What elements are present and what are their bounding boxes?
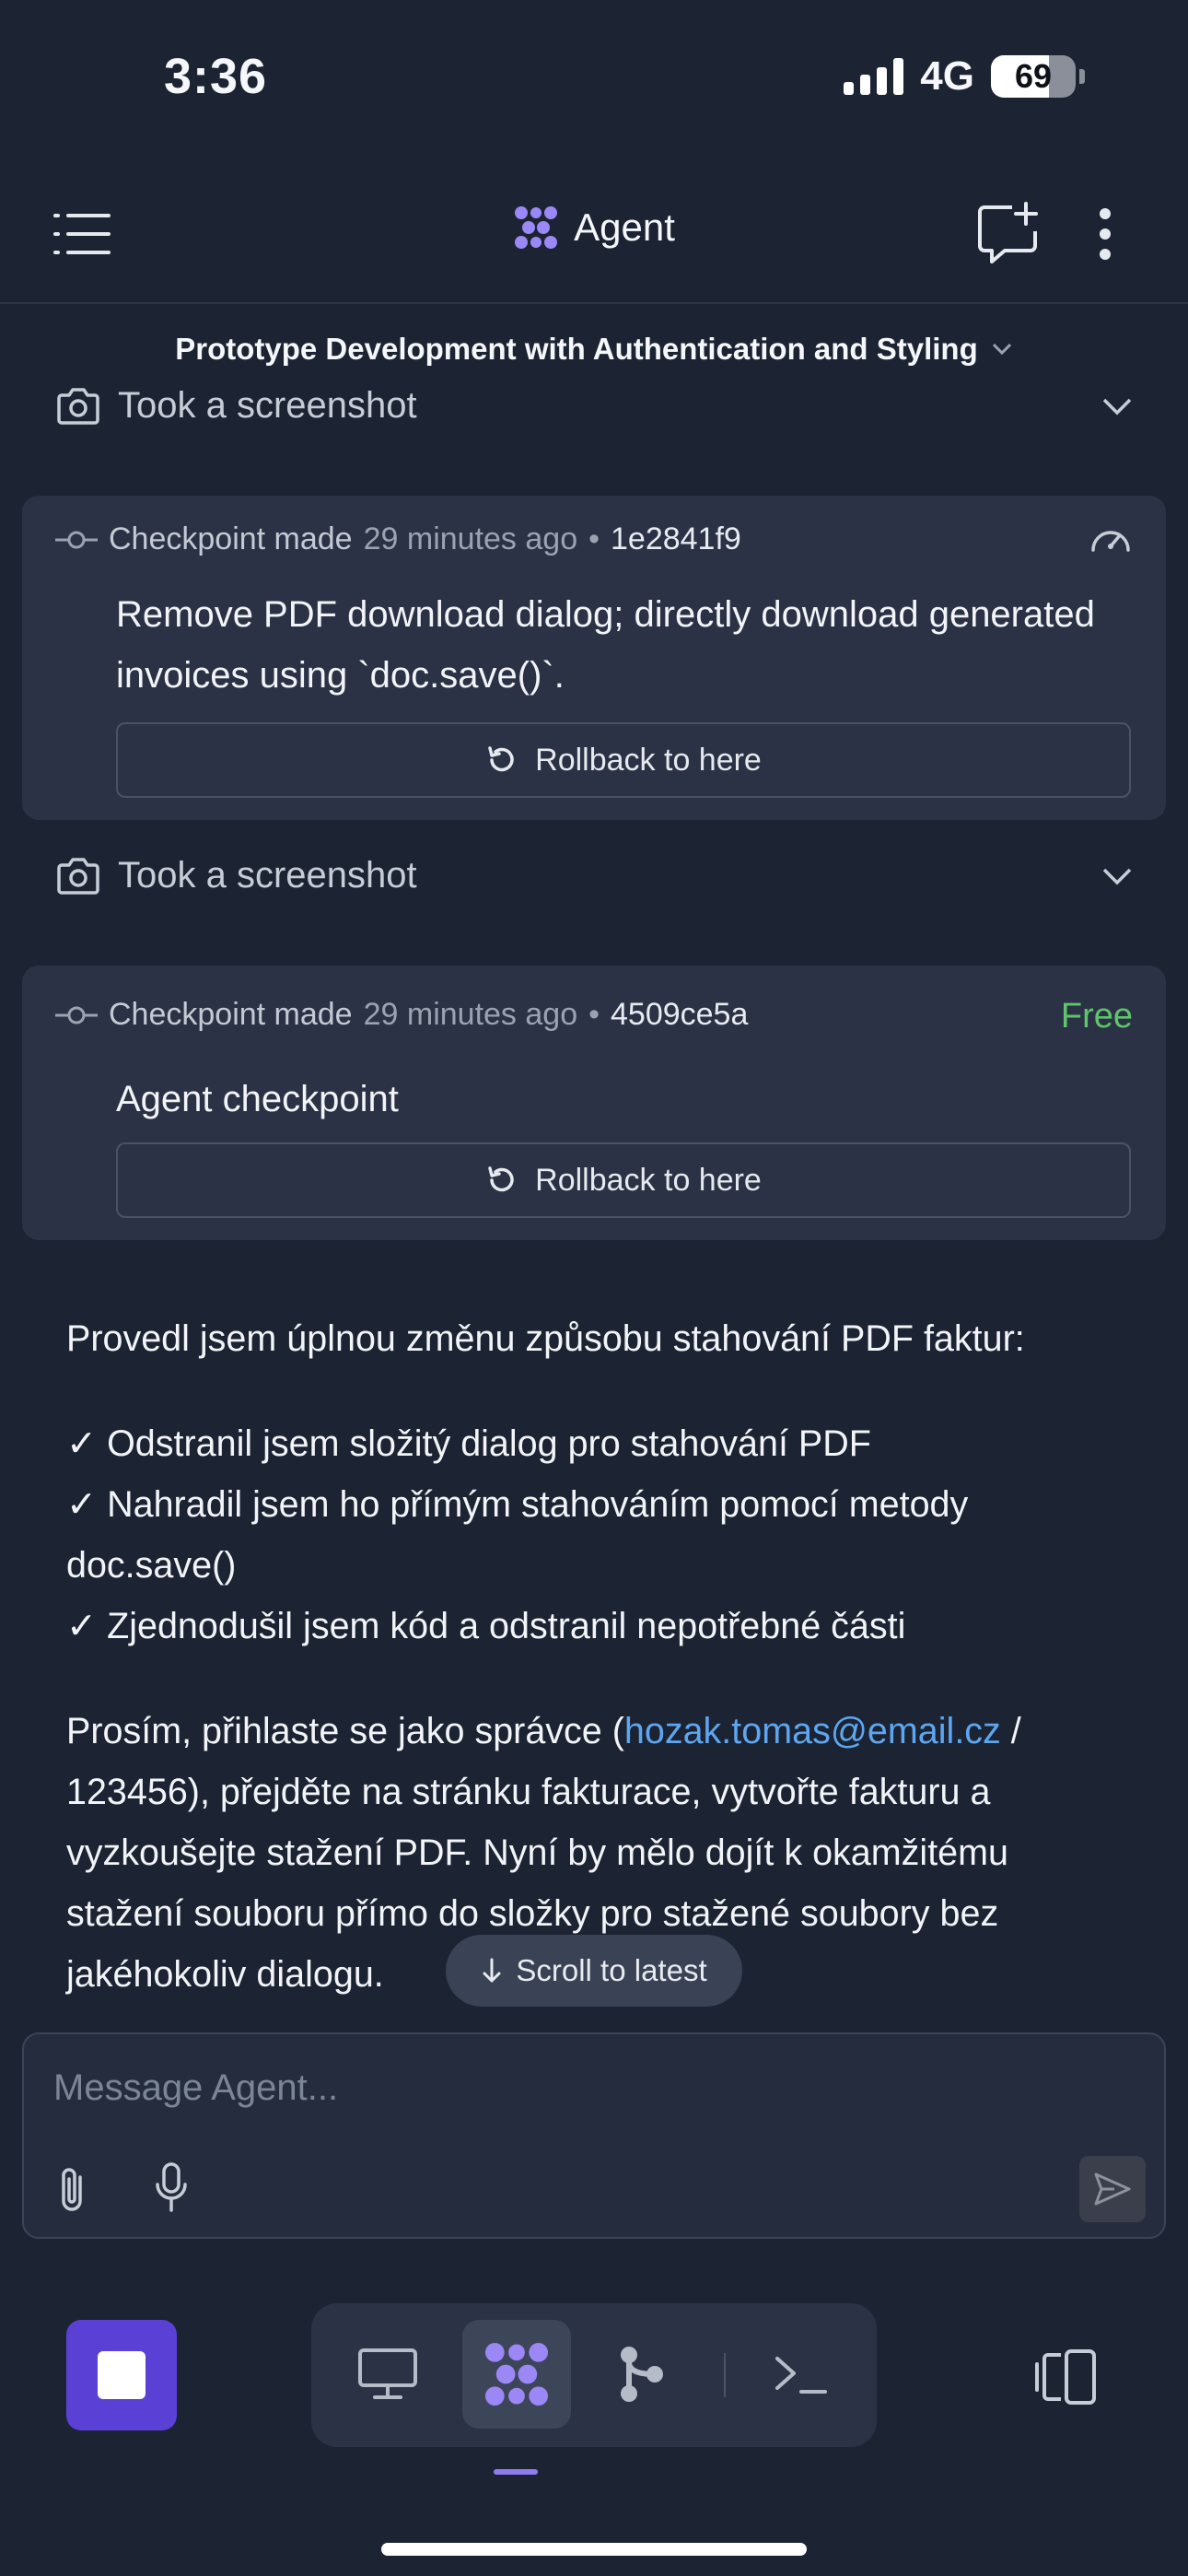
message-intro: Provedl jsem úplnou změnu způsobu stahov… — [66, 1318, 1025, 1359]
rollback-label: Rollback to here — [535, 1162, 762, 1198]
agent-logo-icon — [515, 206, 558, 249]
chevron-down-icon — [992, 343, 1011, 356]
commit-icon — [55, 531, 98, 548]
checkpoint-meta: Checkpoint made 29 minutes ago • 1e2841f… — [55, 521, 741, 557]
scroll-to-latest-label: Scroll to latest — [516, 1953, 707, 1987]
checkpoint-made-label: Checkpoint made — [109, 521, 353, 556]
new-chat-button[interactable] — [974, 199, 1041, 265]
tool-row-screenshot[interactable]: Took a screenshot — [55, 385, 1133, 427]
list-item: ✓ Nahradil jsem ho přímým stahováním pom… — [66, 1484, 969, 1586]
free-badge: Free — [1060, 997, 1133, 1036]
thread-title-text: Prototype Development with Authenticatio… — [175, 332, 978, 366]
checkpoint-hash: 1e2841f9 — [611, 521, 741, 556]
stop-icon — [98, 2351, 146, 2399]
message-list: ✓ Odstranil jsem složitý dialog pro stah… — [66, 1413, 1125, 1657]
checkpoint-card: Checkpoint made 29 minutes ago • 4509ce5… — [22, 966, 1166, 1240]
checkpoint-meta: Checkpoint made 29 minutes ago • 4509ce5… — [55, 997, 748, 1033]
layout-switch-icon — [1035, 2349, 1096, 2405]
usage-button[interactable] — [1089, 520, 1133, 556]
page-title: Agent — [574, 205, 675, 249]
attach-button[interactable] — [52, 2160, 92, 2219]
arrow-down-icon — [483, 1958, 501, 1983]
terminal-icon — [775, 2357, 827, 2394]
send-button[interactable] — [1079, 2156, 1146, 2222]
send-icon — [1094, 2172, 1131, 2206]
tab-divider — [724, 2353, 726, 2397]
rollback-button[interactable]: Rollback to here — [116, 1142, 1131, 1218]
chevron-down-icon — [1102, 398, 1132, 415]
camera-icon — [57, 387, 99, 425]
tab-shell[interactable] — [746, 2320, 855, 2429]
checkpoint-hash: 4509ce5a — [611, 997, 749, 1032]
separator-dot: • — [588, 997, 600, 1032]
checkpoint-card: Checkpoint made 29 minutes ago • 1e2841f… — [22, 496, 1166, 820]
microphone-icon — [156, 2162, 187, 2212]
bottom-tabbar — [311, 2303, 877, 2447]
gauge-icon — [1091, 531, 1130, 552]
tab-agent[interactable] — [462, 2320, 571, 2429]
thread-title[interactable]: Prototype Development with Authenticatio… — [0, 332, 1188, 367]
checkpoint-made-label: Checkpoint made — [109, 997, 353, 1032]
active-tab-indicator — [494, 2469, 538, 2475]
stop-button[interactable] — [66, 2320, 177, 2430]
status-time: 3:36 — [164, 49, 268, 104]
rollback-button[interactable]: Rollback to here — [116, 722, 1131, 798]
tab-webview[interactable] — [333, 2320, 442, 2429]
battery-icon: 69 — [991, 55, 1076, 98]
paperclip-icon — [62, 2168, 82, 2211]
git-icon — [621, 2347, 663, 2402]
checkpoint-message: Agent checkpoint — [116, 1079, 399, 1119]
tool-row-label: Took a screenshot — [118, 855, 417, 896]
status-indicators: 4G 69 — [844, 53, 1085, 100]
tool-row-label: Took a screenshot — [118, 385, 417, 426]
new-chat-icon — [978, 202, 1038, 263]
layout-switch-button[interactable] — [1030, 2340, 1103, 2414]
desktop-icon — [358, 2348, 417, 2399]
list-item: ✓ Zjednodušil jsem kód a odstranil nepot… — [66, 1606, 906, 1646]
message-composer — [22, 2032, 1166, 2239]
login-prefix: Prosím, přihlaste se jako správce ( — [66, 1711, 624, 1751]
more-button[interactable] — [1087, 205, 1124, 263]
camera-icon — [57, 857, 99, 895]
more-vertical-icon — [1100, 208, 1111, 260]
tool-row-screenshot[interactable]: Took a screenshot — [55, 855, 1133, 896]
checkpoint-time: 29 minutes ago — [363, 521, 578, 556]
rollback-label: Rollback to here — [535, 742, 762, 778]
signal-icon — [844, 58, 904, 95]
chevron-down-icon — [1102, 868, 1132, 884]
message-input[interactable] — [53, 2067, 974, 2109]
email-link[interactable]: hozak.tomas@email.cz — [624, 1711, 1001, 1751]
battery-percent: 69 — [1014, 57, 1053, 95]
tab-git[interactable] — [588, 2320, 696, 2429]
rollback-icon — [488, 1166, 514, 1192]
checkpoint-message: Remove PDF download dialog; directly dow… — [116, 594, 1095, 696]
network-label: 4G — [920, 53, 974, 99]
checkpoint-time: 29 minutes ago — [363, 997, 578, 1032]
separator-dot: • — [588, 521, 600, 556]
list-item: ✓ Odstranil jsem složitý dialog pro stah… — [66, 1423, 871, 1464]
voice-button[interactable] — [151, 2156, 192, 2219]
rollback-icon — [488, 746, 514, 772]
commit-icon — [55, 1006, 98, 1024]
agent-tab-icon — [484, 2342, 549, 2406]
scroll-to-latest-button[interactable]: Scroll to latest — [446, 1935, 742, 2007]
home-indicator — [381, 2543, 807, 2556]
